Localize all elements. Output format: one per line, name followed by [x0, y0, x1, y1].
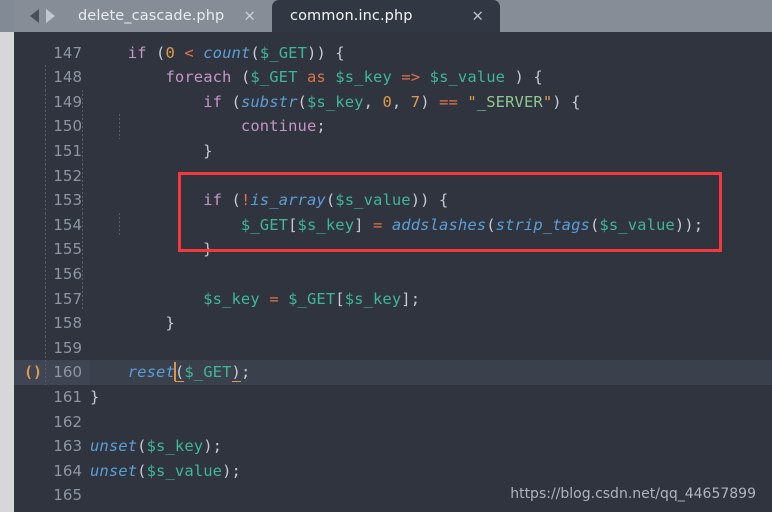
indent-guide [45, 65, 46, 90]
tab-label: delete_cascade.php [78, 8, 225, 24]
parentheses-marker-icon[interactable]: () [24, 360, 42, 385]
code-line[interactable]: 155 } [14, 237, 772, 262]
close-icon[interactable]: × [471, 8, 484, 24]
code-line[interactable]: 162 [14, 410, 772, 435]
indent-guide [82, 114, 83, 139]
indent-guide [45, 114, 46, 139]
indent-guide [45, 261, 46, 287]
code-line[interactable]: 161 } [14, 385, 772, 410]
code-text[interactable]: unset($s_key); [90, 434, 772, 459]
line-number: 164 [53, 461, 82, 480]
tab-bar-empty-area [500, 0, 772, 32]
line-number: 161 [53, 387, 82, 406]
code-text[interactable] [90, 164, 772, 189]
indent-guide [82, 138, 83, 164]
line-number: 158 [53, 314, 82, 333]
code-line[interactable]: 157 $s_key = $_GET[$s_key]; [14, 286, 772, 312]
code-line[interactable]: 159 [14, 335, 772, 361]
code-text[interactable]: foreach ($_GET as $s_key => $s_value ) { [90, 65, 772, 90]
triangle-left-icon[interactable] [30, 9, 39, 23]
code-line[interactable]: 151 } [14, 138, 772, 164]
code-text[interactable]: } [90, 311, 772, 336]
indent-guide [82, 188, 83, 213]
code-text[interactable]: if (!is_array($s_value)) { [90, 188, 772, 213]
indent-guide [82, 212, 83, 238]
close-icon[interactable]: × [243, 8, 256, 24]
indent-guide [82, 261, 83, 287]
line-number: 148 [53, 68, 82, 87]
line-number: 160 [53, 363, 82, 382]
code-text[interactable]: $_GET[$s_key] = addslashes(strip_tags($s… [90, 213, 772, 238]
code-line[interactable]: 149 if (substr($s_key, 0, 7) == "_SERVER… [14, 89, 772, 115]
indent-guide [45, 360, 46, 385]
tab-common-inc[interactable]: common.inc.php × [272, 0, 500, 32]
indent-guide [45, 335, 46, 361]
code-line[interactable]: 154 $_GET[$s_key] = addslashes(strip_tag… [14, 212, 772, 238]
line-number: 165 [53, 486, 82, 505]
indent-guide [45, 311, 46, 336]
line-number: 163 [53, 437, 82, 456]
left-edge-strip-top [0, 0, 14, 32]
code-line-active[interactable]: () 160 reset($_GET); [14, 360, 772, 385]
watermark-url: https://blog.csdn.net/qq_44657899 [510, 486, 756, 502]
code-text[interactable] [90, 336, 772, 361]
line-number: 149 [53, 92, 82, 111]
line-number: 150 [53, 117, 82, 136]
line-number: 157 [53, 289, 82, 308]
indent-guide [45, 212, 46, 238]
line-number: 152 [53, 166, 82, 185]
indent-guide [45, 138, 46, 164]
line-number: 154 [53, 215, 82, 234]
indent-guide [45, 286, 46, 312]
code-line[interactable]: 150 continue; [14, 114, 772, 139]
line-number: 153 [53, 191, 82, 210]
tab-nav-arrows [30, 0, 55, 32]
code-text[interactable]: unset($s_value); [90, 459, 772, 484]
line-number: 166 [53, 508, 82, 512]
code-line[interactable]: 158 } [14, 311, 772, 336]
left-edge-strip [0, 0, 14, 512]
indent-guide [45, 188, 46, 213]
active-line-gutter[interactable]: () 160 [14, 360, 90, 385]
code-text[interactable]: } [90, 139, 772, 164]
tab-label: common.inc.php [290, 8, 413, 24]
tab-delete-cascade[interactable]: delete_cascade.php × [60, 0, 272, 32]
indent-guide [82, 89, 83, 115]
editor-window: delete_cascade.php × common.inc.php × 14… [0, 0, 772, 512]
top-clip-mask [14, 32, 772, 41]
code-line[interactable]: 147 if (0 < count($_GET)) { [14, 41, 772, 66]
code-line[interactable]: 156 [14, 261, 772, 287]
line-number: 147 [53, 43, 82, 62]
line-number: 162 [53, 412, 82, 431]
code-line[interactable]: 166 ?> [14, 508, 772, 512]
line-number: 156 [53, 264, 82, 283]
line-number: 155 [53, 240, 82, 259]
code-text[interactable]: } [90, 237, 772, 262]
indent-guide [45, 163, 46, 189]
code-text[interactable]: if (0 < count($_GET)) { [90, 41, 772, 66]
indent-guide [82, 237, 83, 262]
code-line[interactable]: 152 [14, 163, 772, 189]
code-text[interactable]: if (substr($s_key, 0, 7) == "_SERVER") { [90, 90, 772, 115]
code-line[interactable]: 164 unset($s_value); [14, 459, 772, 484]
indent-guide [45, 237, 46, 262]
triangle-right-icon[interactable] [46, 9, 55, 23]
code-text[interactable] [90, 262, 772, 287]
line-number: 151 [53, 141, 82, 160]
code-text[interactable]: } [90, 385, 772, 410]
indent-guide [45, 89, 46, 115]
code-editor[interactable]: 146 147 if (0 < count($_GET)) { 148 fore… [14, 32, 772, 512]
code-text[interactable] [90, 410, 772, 435]
code-text[interactable]: continue; [90, 114, 772, 139]
code-text[interactable]: $s_key = $_GET[$s_key]; [90, 287, 772, 312]
code-line[interactable]: 153 if (!is_array($s_value)) { [14, 188, 772, 213]
line-number: 159 [53, 338, 82, 357]
indent-guide [82, 163, 83, 189]
indent-guide [82, 286, 83, 312]
code-line[interactable]: 163 unset($s_key); [14, 434, 772, 459]
code-text[interactable]: ?> [90, 508, 772, 512]
code-text[interactable]: reset($_GET); [90, 360, 772, 385]
code-line[interactable]: 148 foreach ($_GET as $s_key => $s_value… [14, 65, 772, 90]
